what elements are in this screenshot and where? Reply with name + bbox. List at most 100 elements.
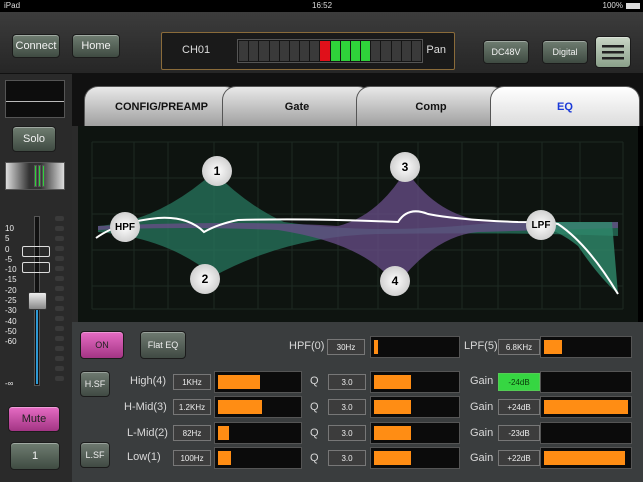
band-freq-slider[interactable]	[214, 396, 302, 418]
band-freq-slider[interactable]	[214, 371, 302, 393]
band-gain-value[interactable]: -24dB	[498, 373, 540, 391]
eq-node-3[interactable]: 3	[390, 152, 420, 182]
channel-meter-panel[interactable]: CH01 Pan	[161, 32, 455, 70]
lpf-value[interactable]: 6.8KHz	[498, 339, 540, 355]
slider-fill	[218, 375, 260, 389]
q-label: Q	[310, 452, 319, 464]
low-shelf-button[interactable]: L.SF	[80, 442, 110, 468]
tab-comp[interactable]: Comp	[356, 86, 506, 126]
band-q-slider[interactable]	[370, 447, 460, 469]
hpf-label: HPF(0)	[289, 340, 325, 352]
pan-label: Pan	[426, 44, 446, 56]
clock: 16:52	[312, 1, 333, 10]
slider-fill	[374, 375, 411, 389]
eq-node-lpf[interactable]: LPF	[526, 210, 556, 240]
mute-button[interactable]: Mute	[8, 406, 60, 432]
slider-fill	[218, 426, 230, 440]
band-name: H-Mid(3)	[124, 401, 167, 413]
hpf-value[interactable]: 30Hz	[327, 339, 365, 355]
q-label: Q	[310, 427, 319, 439]
gain-label: Gain	[470, 427, 494, 439]
band-gain-slider[interactable]	[540, 396, 632, 418]
q-label: Q	[310, 375, 319, 387]
band-freq-value[interactable]: 82Hz	[173, 425, 211, 441]
meter-segment	[350, 41, 361, 61]
menu-button[interactable]	[595, 36, 631, 68]
fader-scale-label: 5	[5, 234, 10, 244]
connect-button[interactable]: Connect	[12, 34, 60, 58]
tab-gate[interactable]: Gate	[222, 86, 372, 126]
fader-scale: 10 5 0 -5 -10 -15 -20 -25 -30 -40 -50 -60	[5, 224, 17, 348]
band-q-slider[interactable]	[370, 371, 460, 393]
meter-segment	[381, 41, 391, 61]
tab-eq[interactable]: EQ	[490, 86, 640, 126]
band-name: L-Mid(2)	[127, 427, 168, 439]
band-gain-value[interactable]: -23dB	[498, 425, 540, 441]
meter-segment	[310, 41, 320, 61]
fader-scale-label: -15	[5, 275, 17, 285]
status-bar: iPad 16:52 100%	[0, 0, 643, 12]
slider-fill	[374, 426, 411, 440]
band-q-value[interactable]: 3.0	[328, 425, 366, 441]
eq-node-hpf[interactable]: HPF	[110, 212, 140, 242]
lpf-slider[interactable]	[540, 336, 632, 358]
band-freq-value[interactable]: 1KHz	[173, 374, 211, 390]
hpf-slider[interactable]	[370, 336, 460, 358]
band-freq-slider[interactable]	[214, 447, 302, 469]
channel-number-button[interactable]: 1	[10, 442, 60, 470]
gain-label: Gain	[470, 375, 494, 387]
battery-icon	[626, 3, 640, 9]
fader-scale-label: -50	[5, 326, 17, 336]
slider-fill	[544, 340, 563, 354]
level-meter	[237, 39, 423, 63]
band-q-slider[interactable]	[370, 422, 460, 444]
eq-node-4[interactable]: 4	[380, 266, 410, 296]
meter-segment	[411, 41, 422, 61]
band-gain-slider[interactable]	[540, 371, 632, 393]
band-gain-slider[interactable]	[540, 447, 632, 469]
band-q-slider[interactable]	[370, 396, 460, 418]
eq-node-2[interactable]: 2	[190, 264, 220, 294]
high-shelf-button[interactable]: H.SF	[80, 371, 110, 397]
solo-button[interactable]: Solo	[12, 126, 56, 152]
band-q-value[interactable]: 3.0	[328, 450, 366, 466]
eq-on-button[interactable]: ON	[80, 331, 124, 359]
fader-scale-label: 0	[5, 244, 10, 254]
eq-node-1[interactable]: 1	[202, 156, 232, 186]
meter-segment	[391, 41, 401, 61]
band-gain-value[interactable]: +22dB	[498, 450, 540, 466]
band-q-value[interactable]: 3.0	[328, 399, 366, 415]
meter-segment	[279, 41, 289, 61]
tab-config-preamp[interactable]: CONFIG/PREAMP	[84, 86, 239, 126]
digital-button[interactable]: Digital	[542, 40, 588, 64]
flat-eq-button[interactable]: Flat EQ	[140, 331, 186, 359]
meter-segment	[320, 41, 330, 61]
band-freq-value[interactable]: 100Hz	[173, 450, 211, 466]
band-q-value[interactable]: 3.0	[328, 374, 366, 390]
pan-control[interactable]	[5, 162, 65, 190]
slider-fill	[544, 451, 625, 465]
band-name: High(4)	[130, 375, 167, 387]
meter-segment	[239, 41, 249, 61]
fader-knob[interactable]	[28, 292, 47, 310]
eq-graph[interactable]: HPF 1 2 3 4 LPF	[72, 126, 638, 322]
fader-ticks	[55, 216, 65, 386]
eq-thumbnail[interactable]	[5, 80, 65, 118]
dc48v-button[interactable]: DC48V	[483, 40, 529, 64]
fader-minus-inf: -∞	[5, 379, 14, 388]
fader-scale-label: -10	[5, 265, 17, 275]
pan-bar	[42, 165, 45, 187]
channel-name: CH01	[182, 44, 211, 56]
gain-label: Gain	[470, 401, 494, 413]
slider-fill	[218, 451, 231, 465]
slider-fill	[218, 400, 262, 414]
fader-scale-label: 10	[5, 224, 14, 233]
band-freq-value[interactable]: 1.2KHz	[173, 399, 211, 415]
band-freq-slider[interactable]	[214, 422, 302, 444]
home-button[interactable]: Home	[72, 34, 120, 58]
band-gain-value[interactable]: +24dB	[498, 399, 540, 415]
meter-segment	[361, 41, 371, 61]
band-gain-slider[interactable]	[540, 422, 632, 444]
meter-segment	[300, 41, 310, 61]
battery-label: 100%	[602, 1, 623, 10]
